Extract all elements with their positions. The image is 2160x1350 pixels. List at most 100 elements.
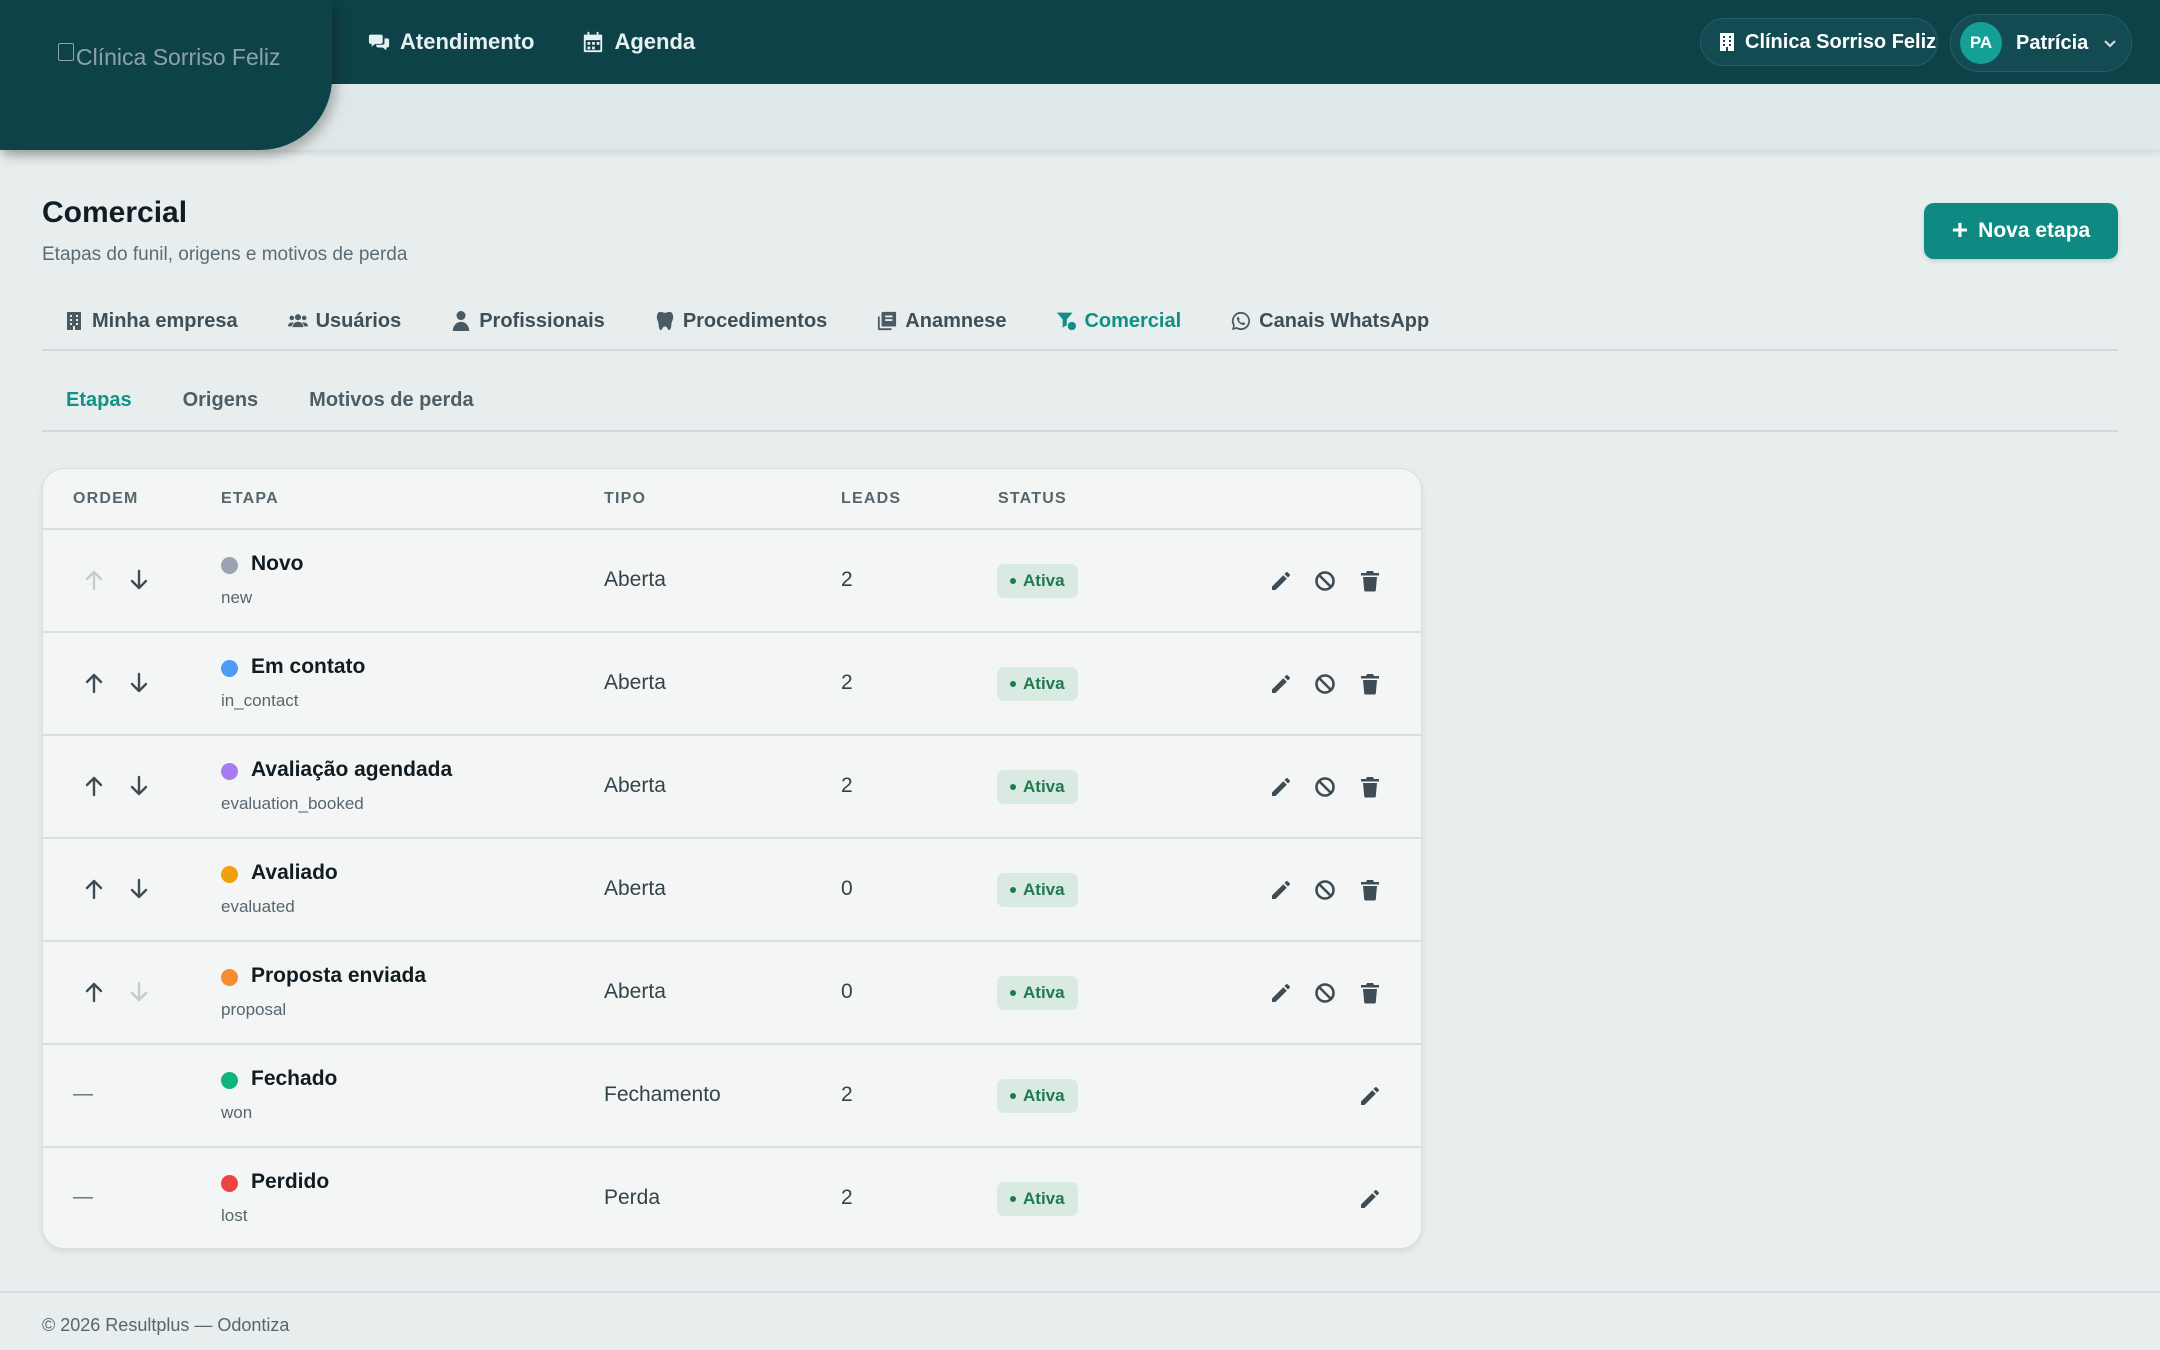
footer-text: © 2026 Resultplus — Odontiza [42, 1315, 290, 1335]
tab-usuarios[interactable]: Usuários [287, 300, 402, 342]
stage-name: Fechado [251, 1067, 338, 1090]
edit-icon[interactable] [1269, 569, 1293, 593]
stage-name: Em contato [251, 655, 366, 678]
column-header-etapa: ETAPA [221, 490, 279, 507]
status-label: Ativa [1023, 983, 1065, 1002]
tab-label: Usuários [315, 309, 402, 332]
calendar-icon [584, 31, 603, 53]
stage-leads-count: 2 [841, 774, 853, 797]
status-dot [1010, 578, 1016, 584]
tab-comercial[interactable]: Comercial [1056, 300, 1181, 342]
deactivate-icon[interactable] [1313, 569, 1337, 593]
stage-type: Aberta [604, 568, 666, 591]
stage-leads-count: 0 [841, 877, 853, 900]
chevron-down-icon [2104, 40, 2117, 48]
status-badge: Ativa [997, 564, 1078, 598]
column-header-status: STATUS [998, 490, 1067, 507]
status-dot [1010, 784, 1016, 790]
whatsapp-icon [1232, 311, 1251, 331]
delete-icon[interactable] [1358, 672, 1382, 696]
status-badge: Ativa [997, 1079, 1078, 1113]
building-icon [67, 312, 81, 330]
stage-key: new [221, 588, 253, 607]
chat-bubbles-icon [368, 34, 390, 51]
order-placeholder: — [73, 1186, 93, 1208]
new-stage-label: Nova etapa [1978, 219, 2091, 242]
status-badge: Ativa [997, 770, 1078, 804]
edit-icon[interactable] [1269, 672, 1293, 696]
logo-area[interactable]: Clínica Sorriso Feliz [0, 0, 332, 150]
deactivate-icon[interactable] [1313, 878, 1337, 902]
table-row: Avaliado evaluated Aberta 0 Ativa [43, 839, 1421, 942]
stage-color-dot [221, 763, 238, 780]
delete-icon[interactable] [1358, 981, 1382, 1005]
tab-anamnese[interactable]: Anamnese [877, 300, 1006, 342]
move-up-icon[interactable] [83, 877, 105, 901]
stage-key: in_contact [221, 691, 299, 710]
stage-color-dot [221, 969, 238, 986]
order-placeholder: — [73, 1083, 93, 1105]
clinic-selector[interactable]: Clínica Sorriso Feliz [1700, 18, 1938, 66]
status-badge: Ativa [997, 667, 1078, 701]
status-dot [1010, 887, 1016, 893]
stage-leads-count: 2 [841, 1083, 853, 1106]
logo-alt-text: Clínica Sorriso Feliz [76, 44, 281, 70]
top-nav: Atendimento Agenda [368, 0, 695, 84]
stage-type: Aberta [604, 774, 666, 797]
stages-table: ORDEM ETAPA TIPO LEADS STATUS Novo new Abe… [42, 468, 1422, 1249]
delete-icon[interactable] [1358, 878, 1382, 902]
status-badge: Ativa [997, 873, 1078, 907]
user-menu[interactable]: PA Patrícia [1950, 14, 2132, 72]
edit-icon[interactable] [1358, 1187, 1382, 1211]
column-header-leads: LEADS [841, 490, 902, 507]
table-row: Proposta enviada proposal Aberta 0 Ativa [43, 942, 1421, 1045]
subtab-origens[interactable]: Origens [183, 380, 259, 420]
status-badge: Ativa [997, 1182, 1078, 1216]
move-down-icon[interactable] [128, 774, 150, 798]
tab-minha-empresa[interactable]: Minha empresa [64, 300, 238, 342]
move-up-icon[interactable] [83, 774, 105, 798]
tab-profissionais[interactable]: Profissionais [451, 300, 605, 342]
delete-icon[interactable] [1358, 569, 1382, 593]
deactivate-icon[interactable] [1313, 981, 1337, 1005]
settings-tabs: Minha empresa Usuários Profissionais Pro… [42, 300, 2118, 351]
tooth-icon [656, 311, 673, 331]
tab-procedimentos[interactable]: Procedimentos [655, 300, 827, 342]
subtab-etapas[interactable]: Etapas [66, 380, 132, 420]
move-down-icon[interactable] [128, 877, 150, 901]
stage-leads-count: 2 [841, 568, 853, 591]
nav-atendimento[interactable]: Atendimento [368, 29, 534, 55]
stage-key: evaluated [221, 897, 295, 916]
status-label: Ativa [1023, 571, 1065, 590]
plus-icon: + [1951, 213, 1969, 245]
move-up-icon[interactable] [83, 671, 105, 695]
deactivate-icon[interactable] [1313, 775, 1337, 799]
users-icon [287, 314, 308, 328]
stage-color-dot [221, 557, 238, 574]
clinic-logo[interactable]: Clínica Sorriso Feliz [58, 42, 281, 71]
avatar: PA [1960, 22, 2002, 64]
clinic-name: Clínica Sorriso Feliz [1745, 30, 1937, 53]
edit-icon[interactable] [1269, 775, 1293, 799]
deactivate-icon[interactable] [1313, 672, 1337, 696]
stage-key: won [221, 1103, 253, 1122]
building-icon [1720, 33, 1734, 51]
nav-agenda[interactable]: Agenda [582, 29, 695, 55]
tab-canais-whatsapp[interactable]: Canais WhatsApp [1231, 300, 1429, 342]
status-dot [1010, 681, 1016, 687]
subtab-motivos-de-perda[interactable]: Motivos de perda [309, 380, 473, 420]
tab-label: Comercial [1084, 309, 1182, 332]
delete-icon[interactable] [1358, 775, 1382, 799]
stage-key: proposal [221, 1000, 287, 1019]
nav-label: Atendimento [400, 29, 535, 54]
new-stage-button[interactable]: + Nova etapa [1924, 203, 2118, 259]
edit-icon[interactable] [1358, 1084, 1382, 1108]
table-header: ORDEM ETAPA TIPO LEADS STATUS [43, 469, 1421, 530]
edit-icon[interactable] [1269, 981, 1293, 1005]
move-down-icon[interactable] [128, 568, 150, 592]
edit-icon[interactable] [1269, 878, 1293, 902]
move-up-icon[interactable] [83, 980, 105, 1004]
move-down-icon[interactable] [128, 671, 150, 695]
status-label: Ativa [1023, 1189, 1065, 1208]
stage-type: Fechamento [604, 1083, 721, 1106]
